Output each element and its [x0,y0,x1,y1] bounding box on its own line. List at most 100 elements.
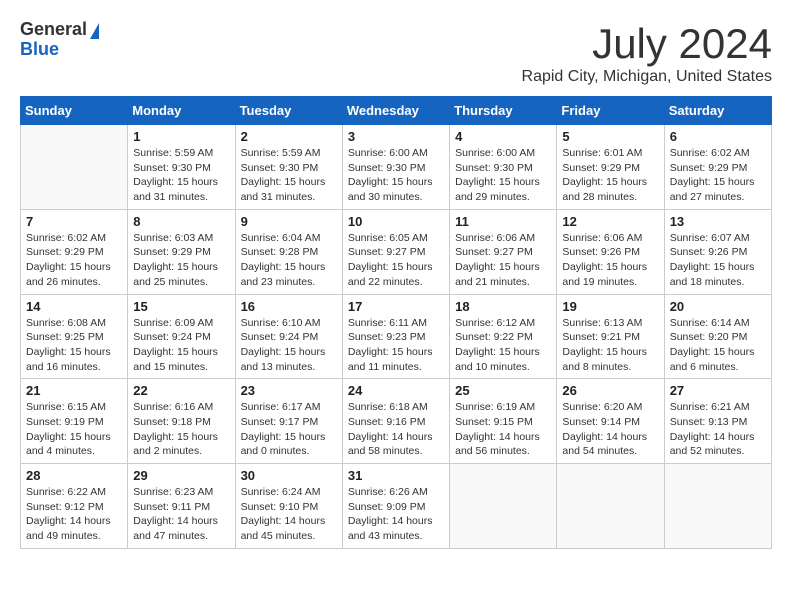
day-info: Sunrise: 6:06 AM Sunset: 9:27 PM Dayligh… [455,231,551,290]
day-number: 21 [26,383,122,398]
calendar-cell: 14Sunrise: 6:08 AM Sunset: 9:25 PM Dayli… [21,294,128,379]
day-info: Sunrise: 6:07 AM Sunset: 9:26 PM Dayligh… [670,231,766,290]
logo-blue: Blue [20,40,59,60]
day-number: 14 [26,299,122,314]
day-number: 2 [241,129,337,144]
page-header: General Blue July 2024 Rapid City, Michi… [20,20,772,86]
day-info: Sunrise: 6:04 AM Sunset: 9:28 PM Dayligh… [241,231,337,290]
day-number: 9 [241,214,337,229]
day-number: 25 [455,383,551,398]
location: Rapid City, Michigan, United States [522,68,772,86]
day-info: Sunrise: 6:10 AM Sunset: 9:24 PM Dayligh… [241,316,337,375]
calendar-cell [21,125,128,210]
day-number: 6 [670,129,766,144]
day-info: Sunrise: 6:14 AM Sunset: 9:20 PM Dayligh… [670,316,766,375]
weekday-header-monday: Monday [128,97,235,125]
day-info: Sunrise: 6:01 AM Sunset: 9:29 PM Dayligh… [562,146,658,205]
day-number: 10 [348,214,444,229]
day-info: Sunrise: 6:00 AM Sunset: 9:30 PM Dayligh… [455,146,551,205]
weekday-header-thursday: Thursday [450,97,557,125]
day-number: 17 [348,299,444,314]
calendar-week-row: 14Sunrise: 6:08 AM Sunset: 9:25 PM Dayli… [21,294,772,379]
day-number: 23 [241,383,337,398]
day-number: 13 [670,214,766,229]
weekday-header-saturday: Saturday [664,97,771,125]
day-info: Sunrise: 6:20 AM Sunset: 9:14 PM Dayligh… [562,400,658,459]
calendar-week-row: 1Sunrise: 5:59 AM Sunset: 9:30 PM Daylig… [21,125,772,210]
day-number: 27 [670,383,766,398]
day-number: 19 [562,299,658,314]
day-info: Sunrise: 6:26 AM Sunset: 9:09 PM Dayligh… [348,485,444,544]
logo: General Blue [20,20,99,60]
calendar-cell: 15Sunrise: 6:09 AM Sunset: 9:24 PM Dayli… [128,294,235,379]
weekday-header-tuesday: Tuesday [235,97,342,125]
calendar-cell: 25Sunrise: 6:19 AM Sunset: 9:15 PM Dayli… [450,379,557,464]
day-number: 16 [241,299,337,314]
day-info: Sunrise: 6:22 AM Sunset: 9:12 PM Dayligh… [26,485,122,544]
calendar-cell: 5Sunrise: 6:01 AM Sunset: 9:29 PM Daylig… [557,125,664,210]
calendar-cell: 8 Sunrise: 6:03 AM Sunset: 9:29 PM Daylig… [128,209,235,294]
calendar-cell [557,464,664,549]
day-number: 30 [241,468,337,483]
weekday-header-wednesday: Wednesday [342,97,449,125]
calendar-cell [450,464,557,549]
day-number: 15 [133,299,229,314]
day-info: Sunrise: 6:02 AM Sunset: 9:29 PM Dayligh… [670,146,766,205]
calendar-cell: 4 Sunrise: 6:00 AM Sunset: 9:30 PM Daylig… [450,125,557,210]
calendar-cell: 22Sunrise: 6:16 AM Sunset: 9:18 PM Dayli… [128,379,235,464]
day-info: Sunrise: 6:02 AM Sunset: 9:29 PM Dayligh… [26,231,122,290]
weekday-header-row: SundayMondayTuesdayWednesdayThursdayFrid… [21,97,772,125]
day-number: 29 [133,468,229,483]
day-number: 3 [348,129,444,144]
calendar-cell: 21 Sunrise: 6:15 AM Sunset: 9:19 PM Dayli… [21,379,128,464]
calendar-cell: 3 Sunrise: 6:00 AM Sunset: 9:30 PM Daylig… [342,125,449,210]
day-info: Sunrise: 6:05 AM Sunset: 9:27 PM Dayligh… [348,231,444,290]
day-number: 11 [455,214,551,229]
title-block: July 2024 Rapid City, Michigan, United S… [522,20,772,86]
day-number: 8 [133,214,229,229]
calendar-week-row: 28 Sunrise: 6:22 AM Sunset: 9:12 PM Dayli… [21,464,772,549]
calendar-cell: 13 Sunrise: 6:07 AM Sunset: 9:26 PM Dayli… [664,209,771,294]
day-number: 4 [455,129,551,144]
calendar-cell: 10 Sunrise: 6:05 AM Sunset: 9:27 PM Dayli… [342,209,449,294]
logo-general: General [20,20,87,40]
day-info: Sunrise: 6:24 AM Sunset: 9:10 PM Dayligh… [241,485,337,544]
calendar-cell: 30 Sunrise: 6:24 AM Sunset: 9:10 PM Dayli… [235,464,342,549]
day-info: Sunrise: 5:59 AM Sunset: 9:30 PM Dayligh… [133,146,229,205]
calendar-cell: 29 Sunrise: 6:23 AM Sunset: 9:11 PM Dayli… [128,464,235,549]
day-number: 26 [562,383,658,398]
calendar-table: SundayMondayTuesdayWednesdayThursdayFrid… [20,96,772,549]
day-number: 18 [455,299,551,314]
day-number: 31 [348,468,444,483]
day-number: 12 [562,214,658,229]
day-number: 28 [26,468,122,483]
day-info: Sunrise: 6:11 AM Sunset: 9:23 PM Dayligh… [348,316,444,375]
calendar-cell: 7 Sunrise: 6:02 AM Sunset: 9:29 PM Daylig… [21,209,128,294]
calendar-cell: 27Sunrise: 6:21 AM Sunset: 9:13 PM Dayli… [664,379,771,464]
day-info: Sunrise: 6:16 AM Sunset: 9:18 PM Dayligh… [133,400,229,459]
day-info: Sunrise: 6:23 AM Sunset: 9:11 PM Dayligh… [133,485,229,544]
calendar-week-row: 21 Sunrise: 6:15 AM Sunset: 9:19 PM Dayli… [21,379,772,464]
day-number: 20 [670,299,766,314]
day-number: 7 [26,214,122,229]
day-info: Sunrise: 6:12 AM Sunset: 9:22 PM Dayligh… [455,316,551,375]
calendar-cell: 20 Sunrise: 6:14 AM Sunset: 9:20 PM Dayli… [664,294,771,379]
month-title: July 2024 [522,20,772,68]
day-info: Sunrise: 6:13 AM Sunset: 9:21 PM Dayligh… [562,316,658,375]
day-info: Sunrise: 6:00 AM Sunset: 9:30 PM Dayligh… [348,146,444,205]
calendar-cell: 19 Sunrise: 6:13 AM Sunset: 9:21 PM Dayli… [557,294,664,379]
calendar-cell: 26 Sunrise: 6:20 AM Sunset: 9:14 PM Dayli… [557,379,664,464]
day-info: Sunrise: 6:06 AM Sunset: 9:26 PM Dayligh… [562,231,658,290]
calendar-cell: 1Sunrise: 5:59 AM Sunset: 9:30 PM Daylig… [128,125,235,210]
day-info: Sunrise: 6:18 AM Sunset: 9:16 PM Dayligh… [348,400,444,459]
day-info: Sunrise: 5:59 AM Sunset: 9:30 PM Dayligh… [241,146,337,205]
calendar-week-row: 7 Sunrise: 6:02 AM Sunset: 9:29 PM Daylig… [21,209,772,294]
day-info: Sunrise: 6:17 AM Sunset: 9:17 PM Dayligh… [241,400,337,459]
day-info: Sunrise: 6:03 AM Sunset: 9:29 PM Dayligh… [133,231,229,290]
day-info: Sunrise: 6:15 AM Sunset: 9:19 PM Dayligh… [26,400,122,459]
calendar-cell: 2 Sunrise: 5:59 AM Sunset: 9:30 PM Daylig… [235,125,342,210]
calendar-cell [664,464,771,549]
calendar-cell: 23 Sunrise: 6:17 AM Sunset: 9:17 PM Dayli… [235,379,342,464]
calendar-cell: 6 Sunrise: 6:02 AM Sunset: 9:29 PM Daylig… [664,125,771,210]
calendar-cell: 24Sunrise: 6:18 AM Sunset: 9:16 PM Dayli… [342,379,449,464]
